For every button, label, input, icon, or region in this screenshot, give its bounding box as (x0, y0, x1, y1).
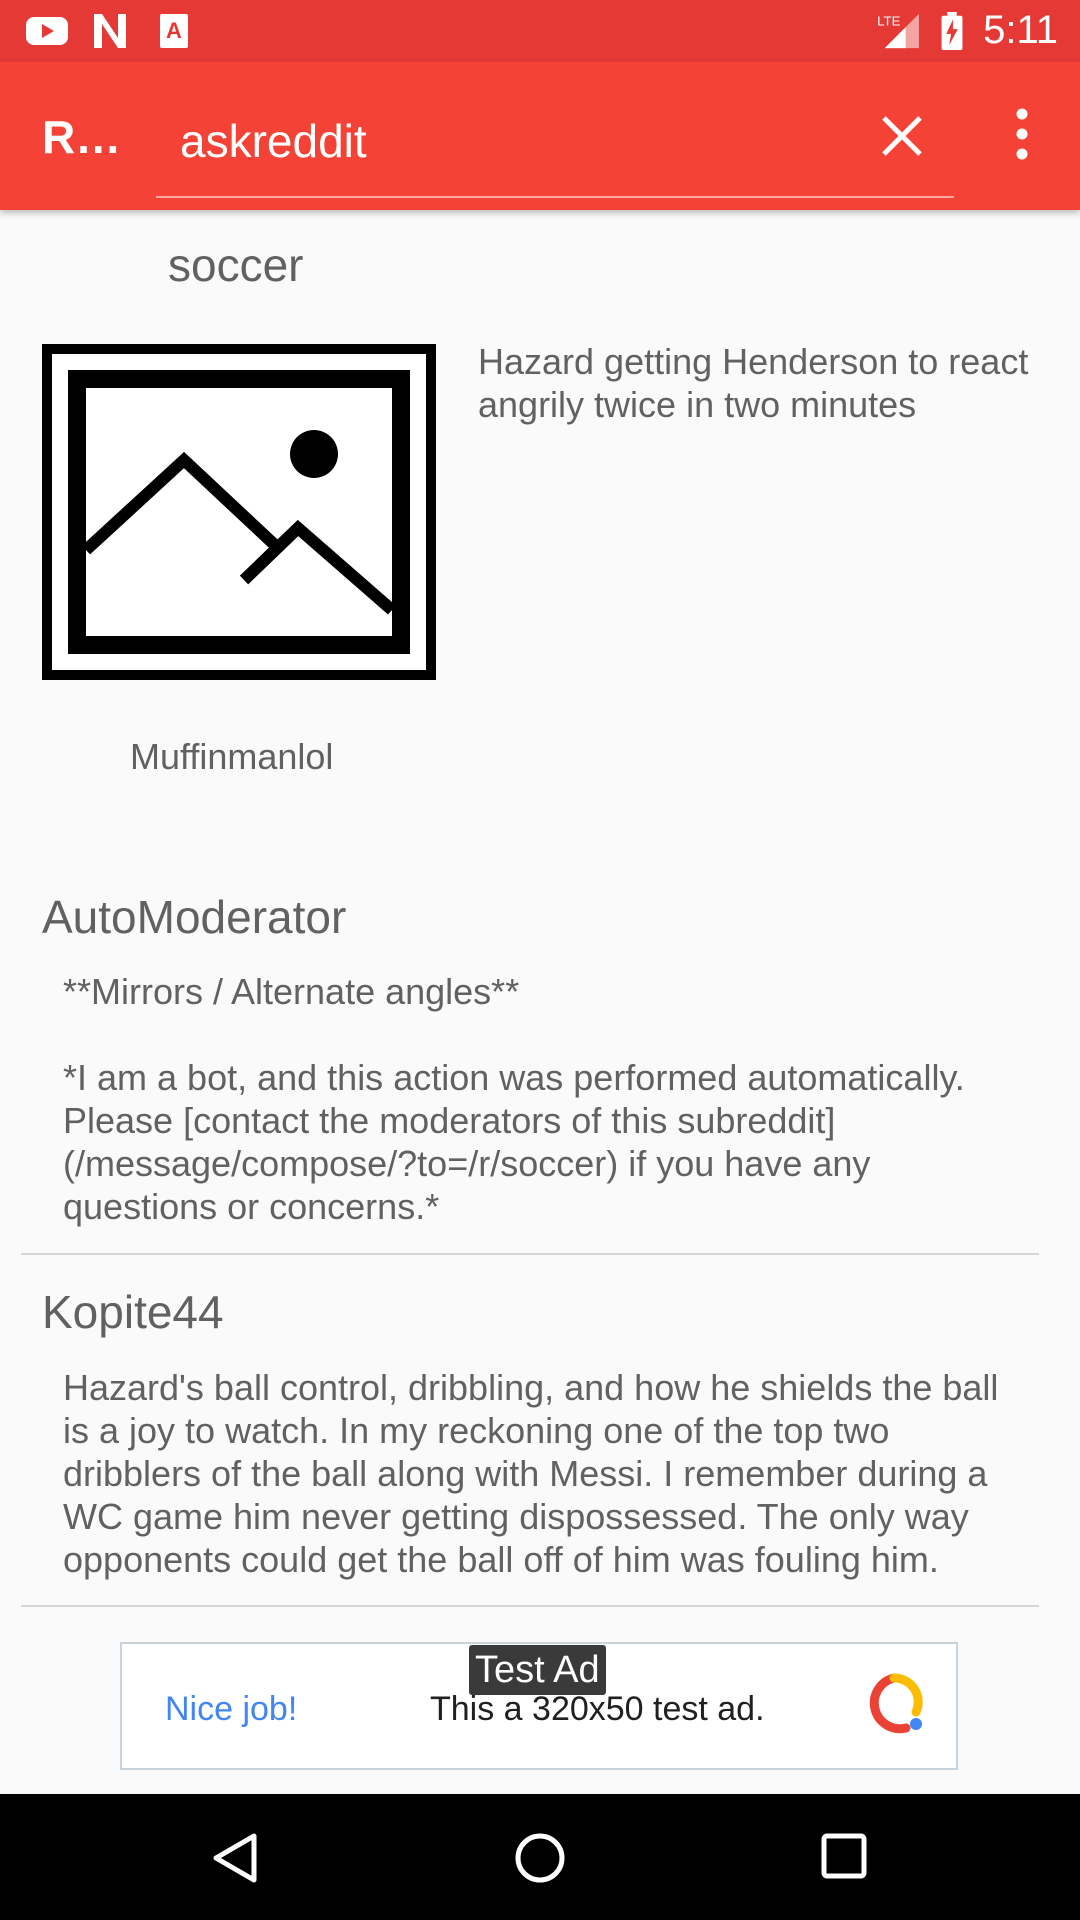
battery-charging-icon (941, 12, 963, 50)
lte-signal-icon: LTE (877, 13, 919, 49)
back-icon[interactable] (210, 1832, 262, 1884)
search-field (156, 92, 954, 198)
search-input[interactable] (178, 110, 782, 172)
ad-text[interactable]: This a 320x50 test ad. (430, 1690, 765, 1729)
status-bar: A LTE 5:11 (0, 0, 1080, 62)
recents-icon[interactable] (820, 1832, 868, 1880)
comment-divider (21, 1253, 1039, 1255)
admob-logo-icon (869, 1673, 923, 1734)
accessibility-a-icon: A (160, 14, 188, 48)
app-title: R… (42, 111, 122, 163)
status-time: 5:11 (983, 8, 1058, 52)
ad-cta[interactable]: Nice job! (165, 1690, 297, 1729)
comment-body: **Mirrors / Alternate angles** *I am a b… (63, 971, 965, 1227)
svg-text:A: A (166, 18, 182, 43)
post-author: Muffinmanlol (130, 736, 334, 777)
post-subreddit[interactable]: soccer (168, 238, 303, 292)
more-vert-icon[interactable] (1010, 100, 1034, 164)
close-icon[interactable] (876, 110, 928, 162)
ad-tag: Test Ad (469, 1645, 606, 1695)
image-placeholder-icon[interactable] (42, 344, 436, 680)
comment-author: AutoModerator (42, 891, 347, 943)
home-icon[interactable] (514, 1832, 566, 1884)
youtube-icon (26, 17, 68, 45)
network-label: LTE (877, 13, 901, 28)
comment-body: Hazard's ball control, dribbling, and ho… (63, 1367, 1009, 1580)
navigation-bar (0, 1794, 1080, 1920)
comment-divider (21, 1605, 1039, 1607)
post-title[interactable]: Hazard getting Henderson to react angril… (478, 340, 1048, 426)
netflix-icon (94, 14, 126, 48)
comment-author: Kopite44 (42, 1286, 224, 1338)
